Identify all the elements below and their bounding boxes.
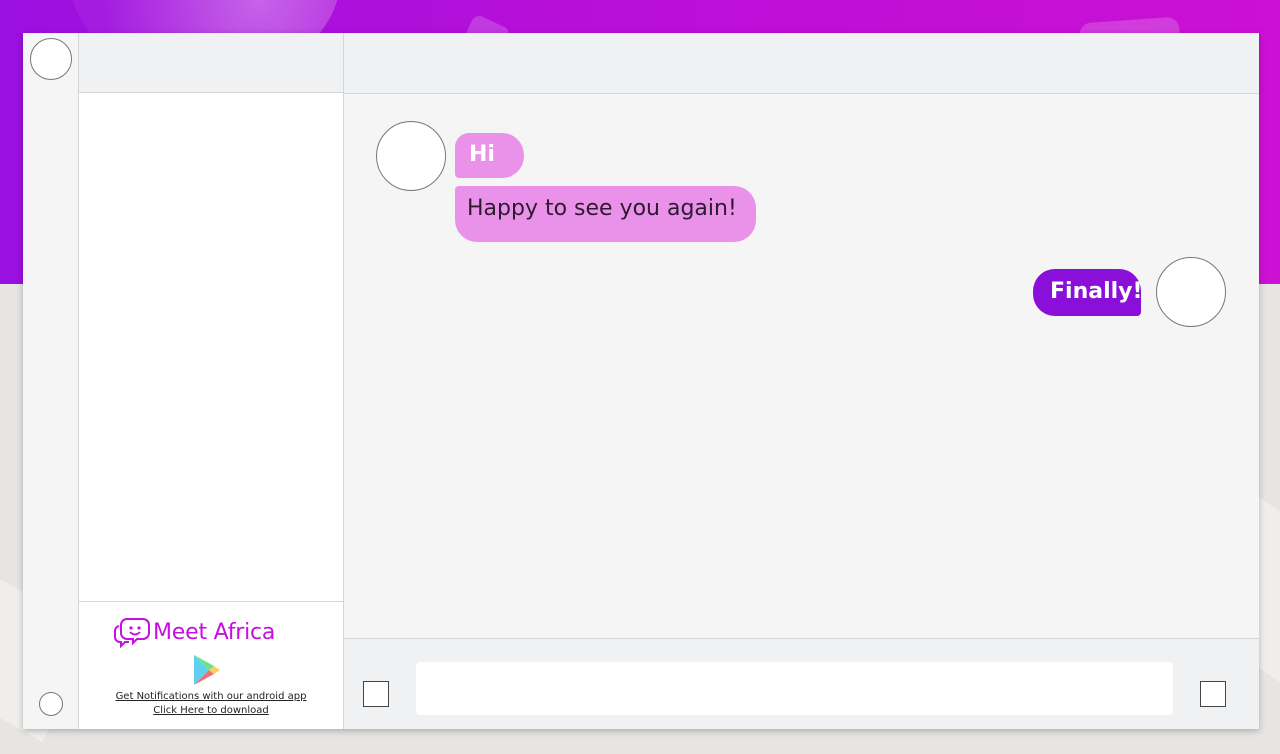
incoming-message-bubble: Hi [455, 133, 524, 178]
own-avatar[interactable] [1156, 257, 1226, 327]
attach-button[interactable] [363, 681, 389, 707]
message-input[interactable] [416, 662, 1173, 715]
outgoing-message-bubble: Finally! [1033, 269, 1143, 316]
user-avatar-button[interactable] [30, 38, 72, 80]
send-button[interactable] [1200, 681, 1226, 707]
conversation-header [344, 33, 1259, 94]
chat-bubble-logo-icon [114, 618, 150, 648]
brand-name: Meet Africa [153, 619, 276, 645]
message-composer [344, 638, 1259, 729]
incoming-message-bubble: Happy to see you again! [455, 186, 756, 242]
contact-avatar[interactable] [376, 121, 446, 191]
download-link[interactable]: Click Here to download [79, 705, 343, 716]
brand-logo: Meet Africa [113, 616, 275, 648]
settings-button[interactable] [39, 692, 63, 716]
left-rail [23, 33, 79, 729]
contacts-panel: Meet Africa Get Notifications with our a… [79, 33, 344, 729]
conversation-panel: Hi Happy to see you again! Finally! [344, 33, 1259, 729]
google-play-icon[interactable] [192, 654, 222, 686]
android-app-link[interactable]: Get Notifications with our android app [79, 691, 343, 702]
chat-app-window: Meet Africa Get Notifications with our a… [23, 33, 1259, 729]
app-promo: Meet Africa Get Notifications with our a… [79, 601, 343, 729]
contacts-header [79, 33, 343, 93]
